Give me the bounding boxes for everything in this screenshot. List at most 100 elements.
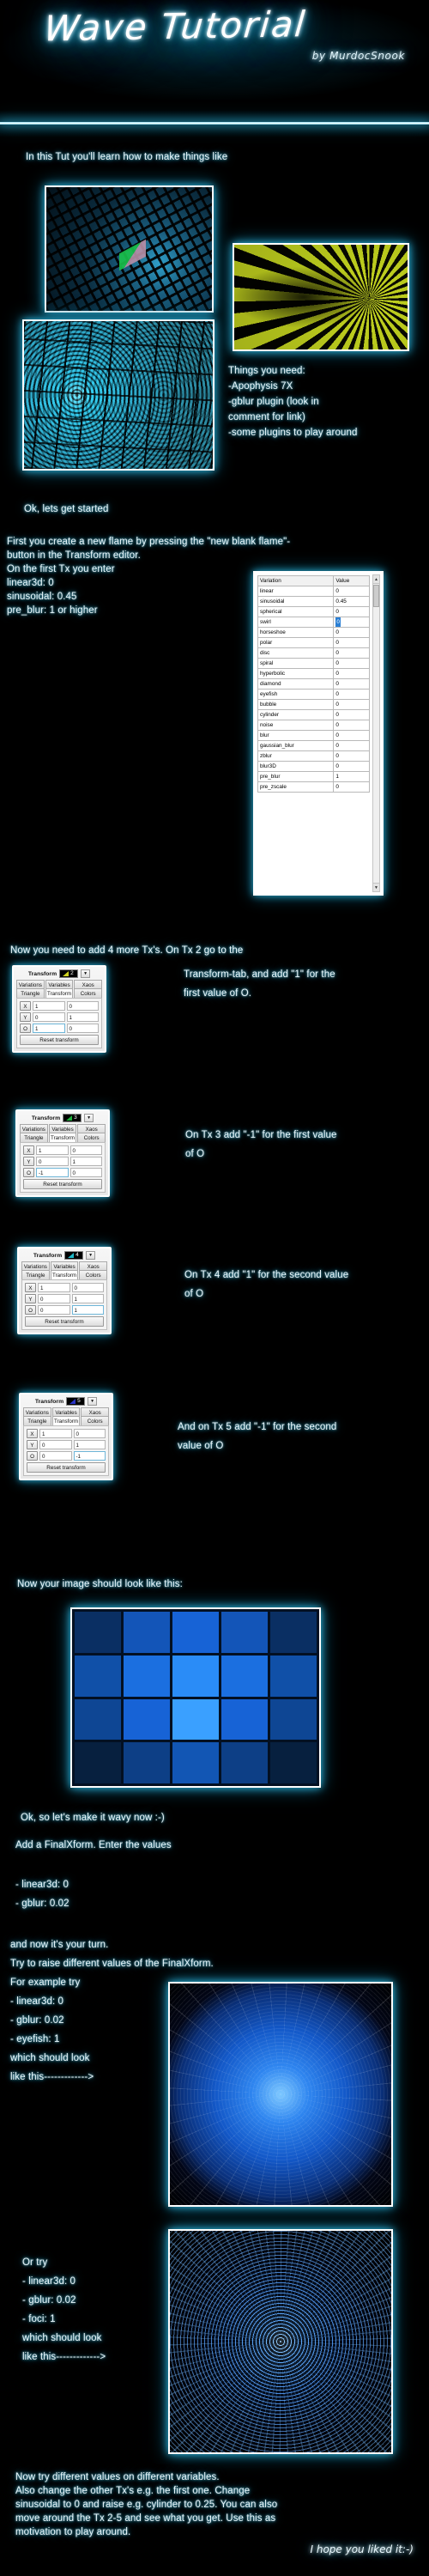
variation-value[interactable]: 0 [333,658,370,669]
table-row[interactable]: spherical 0 [257,606,370,617]
field-x-a[interactable]: 1 [39,1429,72,1438]
field-o-a[interactable]: 0 [38,1305,70,1315]
field-x-a[interactable]: 1 [36,1145,69,1155]
field-button-y[interactable]: Y [23,1157,34,1166]
field-x-a[interactable]: 1 [33,1001,65,1011]
variation-value[interactable]: 0 [333,647,370,659]
variation-value[interactable]: 0 [333,740,370,751]
table-row[interactable]: pre_blur 1 [257,771,370,782]
table-row[interactable]: zblur 0 [257,750,370,762]
variation-value[interactable]: 0 [333,586,370,597]
field-button-y[interactable]: Y [27,1440,38,1449]
table-row[interactable]: swirl 0 [257,617,370,628]
variation-value[interactable]: 0 [333,627,370,638]
field-button-x[interactable]: X [20,1001,31,1011]
tab-transform[interactable]: Transform [48,1133,77,1142]
field-y-b[interactable]: 1 [73,1440,106,1449]
tab-triangle[interactable]: Triangle [21,1270,50,1279]
tab-colors[interactable]: Colors [74,988,103,998]
variation-value[interactable]: 0 [333,750,370,762]
variation-value[interactable]: 1 [333,771,370,782]
tab-colors[interactable]: Colors [79,1270,108,1279]
field-o-b[interactable]: -1 [73,1451,106,1461]
table-row[interactable]: noise 0 [257,720,370,731]
field-o-b[interactable]: 0 [69,1168,102,1177]
chevron-down-icon[interactable]: ▼ [84,1114,94,1122]
variation-value[interactable]: 0 [333,699,370,710]
variation-value[interactable]: 0.45 [333,596,370,607]
tab-triangle[interactable]: Triangle [16,988,45,998]
table-row[interactable]: cylinder 0 [257,709,370,720]
table-row[interactable]: hyperbolic 0 [257,668,370,679]
variations-scrollbar[interactable]: ▲ ▼ [372,574,380,892]
field-y-a[interactable]: 0 [38,1294,70,1303]
transform-dialog-3[interactable]: Transform 3 ▼ Variations Variables Xaos Triang… [15,1109,110,1197]
field-button-o[interactable]: O [23,1168,34,1177]
field-button-y[interactable]: Y [25,1294,36,1303]
scroll-down-arrow[interactable]: ▼ [373,883,379,891]
field-y-a[interactable]: 0 [39,1440,72,1449]
variations-panel[interactable]: Variation Value linear 0 sinusoidal 0.45 sph… [253,571,384,896]
field-x-b[interactable]: 0 [69,1145,102,1155]
variation-value[interactable]: 0 [333,761,370,772]
field-y-b[interactable]: 1 [69,1157,102,1166]
field-button-y[interactable]: Y [20,1012,31,1022]
field-y-a[interactable]: 0 [36,1157,69,1166]
transform-index-combo[interactable]: 2 [59,969,79,978]
table-row[interactable]: disc 0 [257,647,370,659]
reset-transform-button[interactable]: Reset transform [20,1035,99,1045]
table-row[interactable]: bubble 0 [257,699,370,710]
table-row[interactable]: eyefish 0 [257,689,370,700]
chevron-down-icon[interactable]: ▼ [81,969,91,978]
tab-row-bottom[interactable]: Triangle Transform Colors [14,988,105,998]
variation-value[interactable]: 0 [333,678,370,690]
table-row[interactable]: sinusoidal 0.45 [257,596,370,607]
tab-triangle[interactable]: Triangle [23,1416,51,1425]
transform-index-combo[interactable]: 3 [63,1114,82,1122]
field-button-o[interactable]: O [20,1024,31,1033]
field-button-x[interactable]: X [25,1283,36,1292]
tab-triangle[interactable]: Triangle [20,1133,48,1142]
table-row[interactable]: gaussian_blur 0 [257,740,370,751]
tab-transform[interactable]: Transform [50,1270,79,1279]
reset-transform-button[interactable]: Reset transform [27,1462,106,1473]
reset-transform-button[interactable]: Reset transform [25,1316,104,1327]
variation-value-selected[interactable]: 0 [335,617,341,627]
field-x-a[interactable]: 1 [38,1283,70,1292]
field-button-o[interactable]: O [27,1451,38,1461]
variation-value[interactable]: 0 [333,617,370,628]
variation-value[interactable]: 0 [333,720,370,731]
table-row[interactable]: blur3D 0 [257,761,370,772]
transform-index-combo[interactable]: 4 [64,1251,84,1260]
field-y-b[interactable]: 1 [71,1294,104,1303]
field-button-x[interactable]: X [23,1145,34,1155]
field-x-b[interactable]: 0 [71,1283,104,1292]
field-y-a[interactable]: 0 [33,1012,65,1022]
variation-value[interactable]: 0 [333,730,370,741]
table-row[interactable]: blur 0 [257,730,370,741]
variation-value[interactable]: 0 [333,709,370,720]
variation-value[interactable]: 0 [333,781,370,793]
table-row[interactable]: pre_zscale 0 [257,781,370,793]
variation-value[interactable]: 0 [333,668,370,679]
field-o-a[interactable]: 0 [39,1451,72,1461]
field-y-b[interactable]: 1 [66,1012,99,1022]
chevron-down-icon[interactable]: ▼ [86,1251,96,1260]
field-x-b[interactable]: 0 [73,1429,106,1438]
tab-row-bottom[interactable]: Triangle Transform Colors [17,1133,108,1142]
field-o-a[interactable]: 1 [33,1024,65,1033]
field-o-b[interactable]: 0 [66,1024,99,1033]
transform-dialog-4[interactable]: Transform 4 ▼ Variations Variables Xaos Triang… [17,1247,112,1334]
table-row[interactable]: linear 0 [257,586,370,597]
field-button-x[interactable]: X [27,1429,38,1438]
field-button-o[interactable]: O [25,1305,36,1315]
table-row[interactable]: spiral 0 [257,658,370,669]
table-row[interactable]: diamond 0 [257,678,370,690]
table-row[interactable]: polar 0 [257,637,370,648]
chevron-down-icon[interactable]: ▼ [88,1397,98,1406]
table-row[interactable]: horseshoe 0 [257,627,370,638]
tab-row-bottom[interactable]: Triangle Transform Colors [21,1416,112,1425]
tab-transform[interactable]: Transform [45,988,74,998]
transform-dialog-5[interactable]: Transform 5 ▼ Variations Variables Xaos Triang… [19,1393,113,1480]
tab-transform[interactable]: Transform [51,1416,81,1425]
